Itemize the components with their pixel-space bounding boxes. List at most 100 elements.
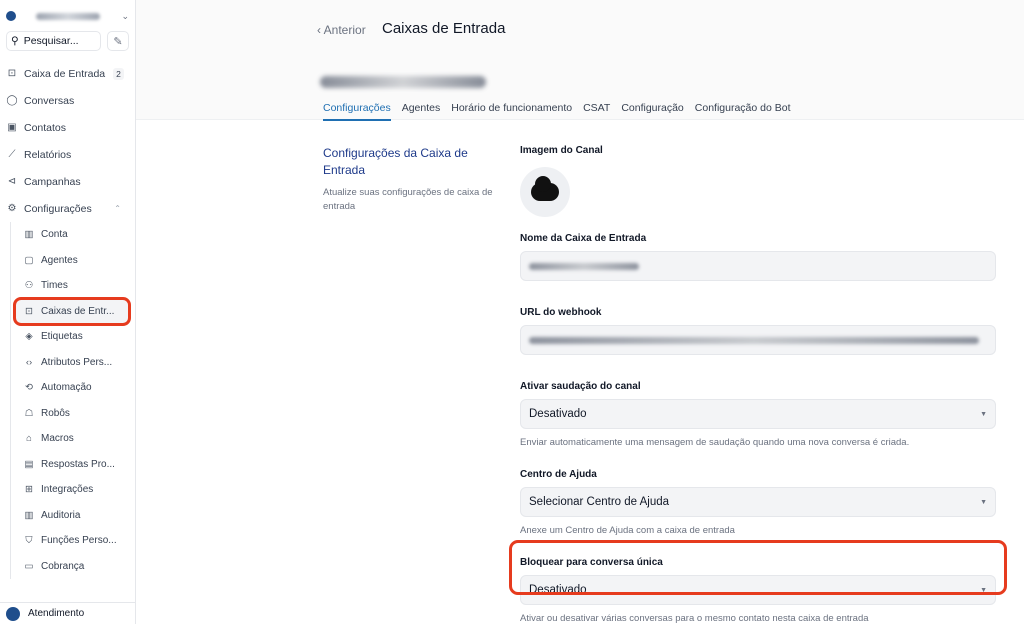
dropdown-caret-icon: ▼ — [980, 499, 987, 506]
settings-item-agents[interactable]: ▢ Agentes — [11, 248, 135, 274]
settings-item-integrations[interactable]: ⊞ Integrações — [11, 477, 135, 503]
settings-item-label: Times — [41, 280, 68, 292]
settings-item-label: Auditoria — [41, 509, 81, 521]
canned-response-icon: ▤ — [24, 458, 34, 470]
settings-item-label: Agentes — [41, 254, 78, 266]
settings-item-audit[interactable]: ▥ Auditoria — [11, 503, 135, 529]
settings-item-bots[interactable]: ☖ Robôs — [11, 401, 135, 427]
inbox-name-input[interactable] — [520, 251, 996, 281]
settings-item-custom-attributes[interactable]: ‹› Atributos Pers... — [11, 350, 135, 376]
greeting-selected-value: Desativado — [529, 408, 587, 420]
channel-image-label: Imagem do Canal — [520, 145, 603, 156]
settings-item-billing[interactable]: ▭ Cobrança — [11, 554, 135, 580]
help-center-hint: Anexe um Centro de Ajuda com a caixa de … — [520, 525, 735, 536]
shield-icon: ⛉ — [25, 535, 33, 547]
settings-item-custom-roles[interactable]: ⛉ Funções Perso... — [11, 528, 135, 554]
nav-item-campaigns[interactable]: ⊲ Campanhas — [0, 168, 135, 195]
settings-item-label: Caixas de Entr... — [41, 305, 115, 317]
avatar — [6, 606, 20, 621]
nav-item-reports[interactable]: ⟋ Relatórios — [0, 141, 135, 168]
back-label: Anterior — [323, 23, 366, 37]
settings-item-labels[interactable]: ◈ Etiquetas — [11, 324, 135, 350]
nav-label: Configurações — [24, 202, 92, 215]
highlight-annotation — [509, 540, 1007, 595]
help-center-selected-value: Selecionar Centro de Ajuda — [529, 496, 670, 508]
nav-item-conversations[interactable]: ◯ Conversas — [0, 87, 135, 114]
webhook-url-input[interactable] — [520, 325, 996, 355]
tag-icon: ◈ — [25, 331, 33, 343]
nav-item-settings[interactable]: ⚙ Configurações ⌃ — [0, 195, 135, 222]
settings-item-label: Atributos Pers... — [41, 356, 113, 368]
section-description: Atualize suas configurações de caixa de … — [323, 187, 493, 212]
nav-label: Contatos — [24, 121, 67, 134]
nav-label: Relatórios — [24, 148, 72, 161]
logo-icon — [6, 11, 16, 21]
megaphone-icon: ⊲ — [7, 176, 17, 187]
audit-icon: ▥ — [24, 509, 34, 521]
tab-csat[interactable]: CSAT — [583, 102, 610, 121]
settings-item-account[interactable]: ▥ Conta — [11, 222, 135, 248]
nav-label: Caixa de Entrada — [24, 67, 106, 80]
lock-hint: Ativar ou desativar várias conversas par… — [520, 613, 869, 624]
settings-item-label: Integrações — [41, 484, 94, 496]
search-input[interactable]: ⚲ Pesquisar... — [6, 31, 101, 51]
nav-item-contacts[interactable]: ▣ Contatos — [0, 114, 135, 141]
chevron-down-icon[interactable]: ⌄ — [121, 11, 129, 22]
greeting-select[interactable]: Desativado ▼ — [520, 399, 996, 429]
current-user[interactable]: Atendimento — [0, 602, 136, 624]
settings-item-label: Robôs — [41, 407, 70, 419]
nav-label: Conversas — [24, 94, 75, 107]
inbox-name-redacted — [320, 76, 486, 88]
building-icon: ▥ — [24, 229, 34, 241]
settings-item-teams[interactable]: ⚇ Times — [11, 273, 135, 299]
settings-item-canned-responses[interactable]: ▤ Respostas Pro... — [11, 452, 135, 478]
account-switcher[interactable]: ⌄ — [0, 0, 135, 32]
credit-card-icon: ▭ — [24, 560, 34, 572]
inbox-name-label: Nome da Caixa de Entrada — [520, 233, 647, 244]
users-icon: ⚇ — [24, 280, 34, 292]
settings-item-label: Funções Perso... — [41, 535, 117, 547]
help-center-select[interactable]: Selecionar Centro de Ajuda ▼ — [520, 487, 996, 517]
webhook-url-label: URL do webhook — [520, 307, 602, 318]
settings-item-label: Etiquetas — [41, 331, 83, 343]
channel-image-upload[interactable] — [520, 167, 570, 217]
settings-item-label: Cobrança — [41, 560, 85, 572]
section-title: Configurações da Caixa de Entrada — [323, 146, 468, 177]
contact-card-icon: ▣ — [7, 122, 17, 133]
redacted-value — [529, 336, 979, 344]
main-content: ‹ Anterior Caixas de Entrada Configuraçõ… — [136, 0, 1024, 624]
nav-item-inbox[interactable]: ⊡ Caixa de Entrada 2 — [0, 60, 135, 87]
settings-item-macros[interactable]: ⌂ Macros — [11, 426, 135, 452]
settings-item-label: Respostas Pro... — [41, 458, 115, 470]
settings-item-label: Automação — [41, 382, 92, 394]
main-nav: ⊡ Caixa de Entrada 2 ◯ Conversas ▣ Conta… — [0, 60, 135, 579]
tab-configuracao[interactable]: Configuração — [621, 102, 683, 121]
settings-submenu: ▥ Conta ▢ Agentes ⚇ Times ⊡ Caixas de Entr..… — [10, 222, 135, 579]
sidebar: ⌄ ⚲ Pesquisar... ✎ ⊡ Caixa de Entrada 2 … — [0, 0, 136, 624]
code-icon: ‹› — [25, 356, 33, 368]
tab-bot[interactable]: Configuração do Bot — [695, 102, 791, 121]
settings-item-automation[interactable]: ⟲ Automação — [11, 375, 135, 401]
back-button[interactable]: ‹ Anterior — [317, 23, 366, 37]
robot-icon: ☖ — [24, 407, 34, 419]
gear-icon: ⚙ — [7, 203, 17, 214]
search-icon: ⚲ — [11, 35, 19, 47]
user-square-icon: ▢ — [24, 254, 34, 266]
inbox-icon: ⊡ — [7, 68, 17, 79]
chevron-up-icon[interactable]: ⌃ — [114, 204, 121, 213]
dropdown-caret-icon: ▼ — [980, 411, 987, 418]
cloud-icon — [531, 176, 559, 201]
unread-badge: 2 — [113, 67, 124, 80]
nav-label: Campanhas — [24, 175, 81, 188]
settings-item-label: Macros — [41, 433, 74, 445]
tab-horario[interactable]: Horário de funcionamento — [451, 102, 572, 121]
page-title: Caixas de Entrada — [382, 20, 506, 37]
tab-configuracoes[interactable]: Configurações — [323, 102, 391, 121]
page-header: ‹ Anterior Caixas de Entrada Configuraçõ… — [136, 0, 1024, 121]
help-center-label: Centro de Ajuda — [520, 469, 597, 480]
settings-item-inboxes[interactable]: ⊡ Caixas de Entr... — [13, 296, 131, 326]
account-name-redacted — [36, 12, 100, 20]
redacted-value — [529, 262, 639, 270]
compose-icon[interactable]: ✎ — [107, 31, 129, 51]
tab-agentes[interactable]: Agentes — [402, 102, 441, 121]
